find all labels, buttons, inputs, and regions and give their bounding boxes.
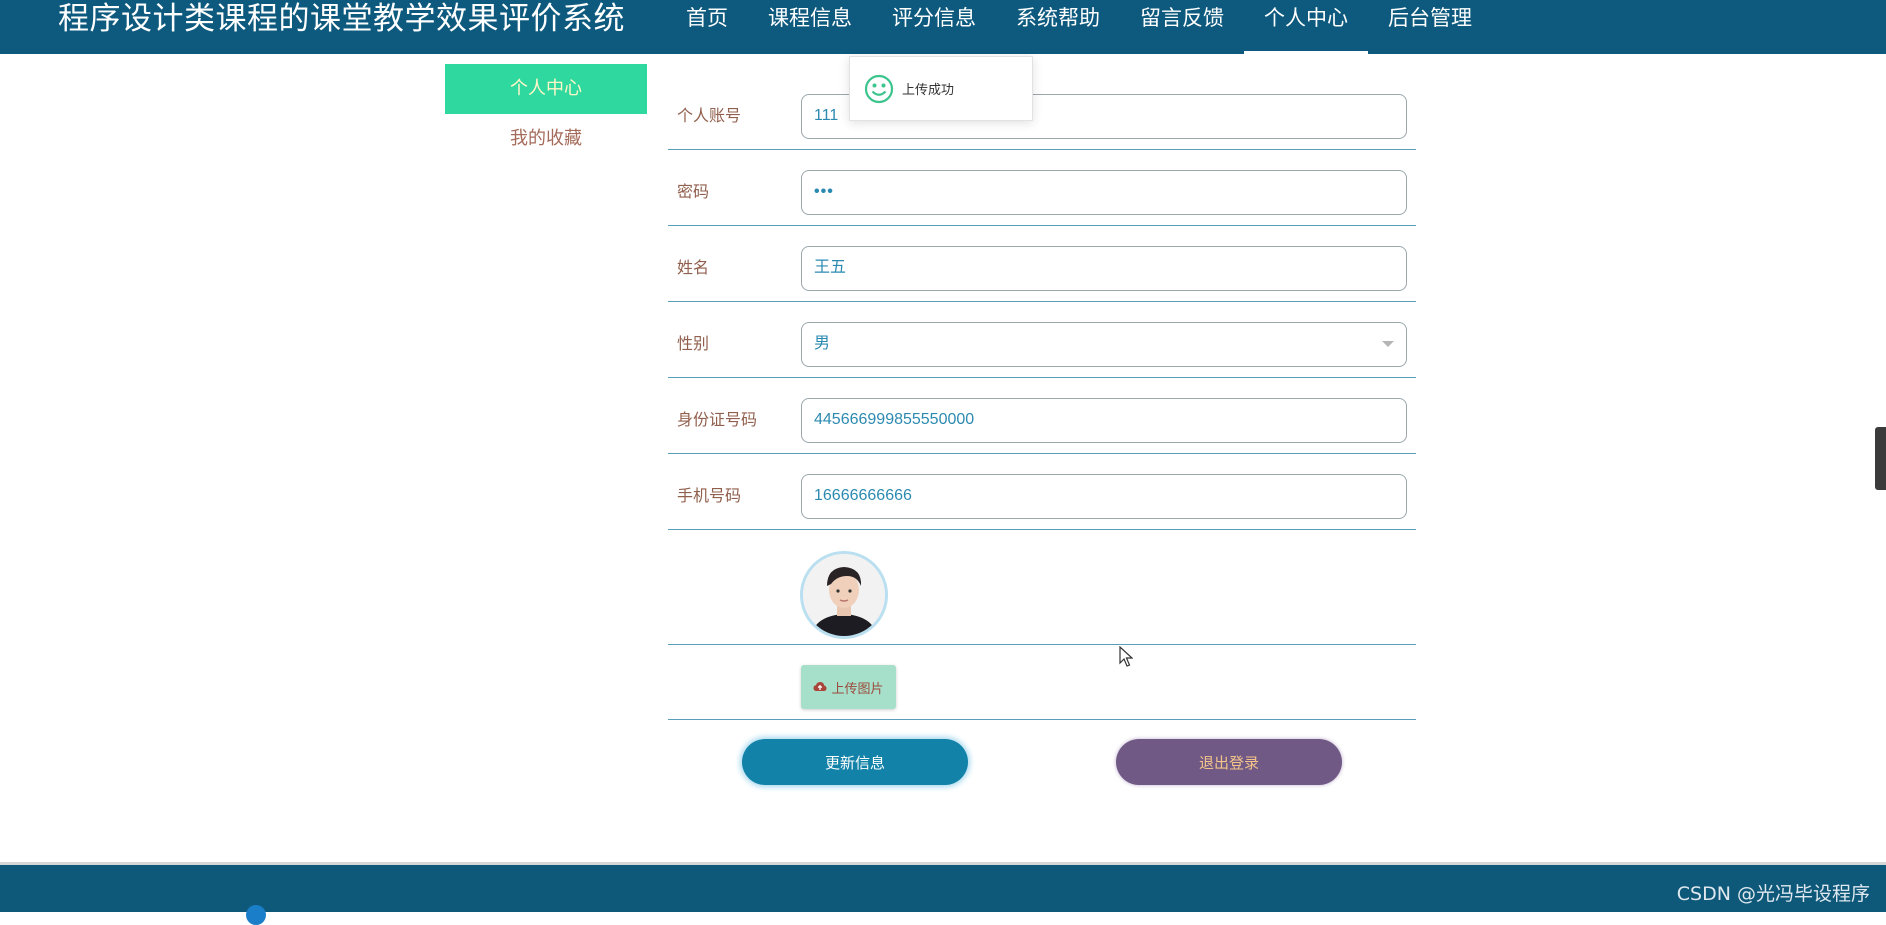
scrollbar-handle[interactable] — [1875, 427, 1886, 490]
profile-form: 个人账号 111 密码 ••• 姓名 王五 性别 男 身份证号码 4456669… — [668, 74, 1416, 720]
nav-course-info[interactable]: 课程信息 — [748, 0, 872, 54]
gender-label: 性别 — [677, 334, 710, 353]
footer-dot-icon — [246, 905, 266, 925]
form-row-password: 密码 ••• — [668, 150, 1416, 226]
nav-system-help[interactable]: 系统帮助 — [996, 0, 1120, 54]
password-input[interactable]: ••• — [801, 170, 1407, 215]
form-row-avatar — [668, 530, 1416, 645]
nav-score-info[interactable]: 评分信息 — [872, 0, 996, 54]
form-row-name: 姓名 王五 — [668, 226, 1416, 302]
site-title: 程序设计类课程的课堂教学效果评价系统 — [58, 1, 625, 37]
upload-image-button[interactable]: 上传图片 — [801, 665, 896, 709]
nav-home[interactable]: 首页 — [666, 0, 748, 54]
form-row-phone: 手机号码 16666666666 — [668, 454, 1416, 530]
form-row-upload: 上传图片 — [668, 645, 1416, 720]
sidebar-item-personal-center[interactable]: 个人中心 — [445, 64, 647, 114]
password-label: 密码 — [677, 182, 710, 201]
sidebar-item-favorites[interactable]: 我的收藏 — [445, 114, 647, 164]
chevron-down-icon — [1382, 341, 1394, 347]
main-nav: 首页 课程信息 评分信息 系统帮助 留言反馈 个人中心 后台管理 — [666, 0, 1492, 54]
form-row-id-number: 身份证号码 445666999855550000 — [668, 378, 1416, 454]
phone-input[interactable]: 16666666666 — [801, 474, 1407, 519]
form-actions: 更新信息 退出登录 — [668, 739, 1416, 785]
toast-message: 上传成功 — [902, 83, 955, 98]
name-input[interactable]: 王五 — [801, 246, 1407, 291]
gender-selected-value: 男 — [814, 335, 831, 352]
nav-personal-center[interactable]: 个人中心 — [1244, 0, 1368, 54]
avatar — [800, 551, 888, 639]
top-navbar: 程序设计类课程的课堂教学效果评价系统 首页 课程信息 评分信息 系统帮助 留言反… — [0, 0, 1886, 54]
update-info-button[interactable]: 更新信息 — [742, 739, 968, 785]
cloud-upload-icon — [813, 682, 827, 691]
account-label: 个人账号 — [677, 106, 742, 125]
phone-label: 手机号码 — [677, 486, 742, 505]
id-number-input[interactable]: 445666999855550000 — [801, 398, 1407, 443]
avatar-portrait-icon — [803, 554, 885, 636]
form-row-gender: 性别 男 — [668, 302, 1416, 378]
form-row-account: 个人账号 111 — [668, 74, 1416, 150]
sidebar: 个人中心 我的收藏 — [445, 64, 647, 164]
mouse-cursor-icon — [1119, 646, 1133, 667]
upload-success-toast: 上传成功 — [849, 56, 1033, 121]
nav-feedback[interactable]: 留言反馈 — [1120, 0, 1244, 54]
smile-icon — [864, 74, 894, 103]
logout-button[interactable]: 退出登录 — [1116, 739, 1342, 785]
footer: CSDN @光冯毕设程序 — [0, 862, 1886, 925]
nav-admin[interactable]: 后台管理 — [1368, 0, 1492, 54]
name-label: 姓名 — [677, 258, 710, 277]
watermark: CSDN @光冯毕设程序 — [1676, 883, 1870, 905]
id-number-label: 身份证号码 — [677, 410, 758, 429]
gender-select[interactable]: 男 — [801, 322, 1407, 367]
upload-image-label: 上传图片 — [831, 680, 884, 696]
